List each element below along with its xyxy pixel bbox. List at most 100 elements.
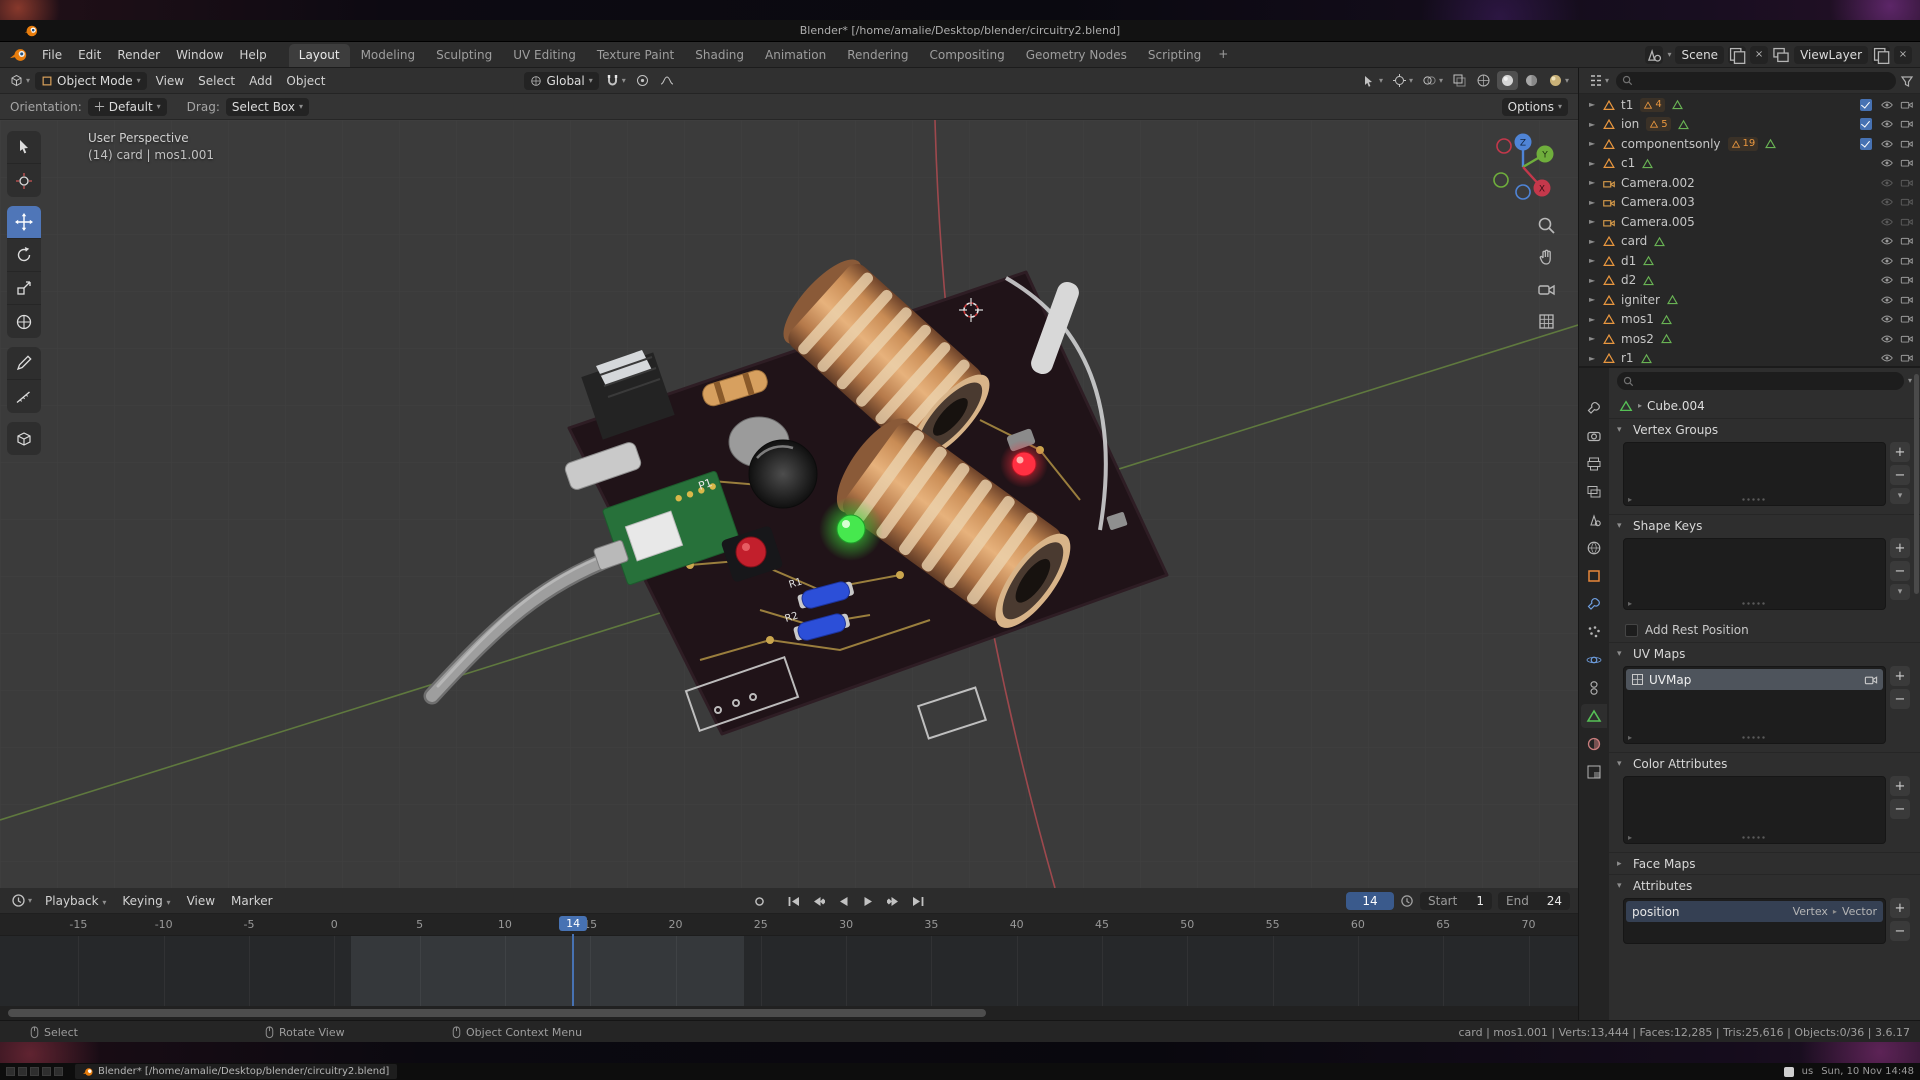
viewport-menu-view[interactable]: View: [149, 71, 191, 91]
add-vertex-group-button[interactable]: +: [1890, 442, 1910, 462]
outliner-row-mos2[interactable]: ►mos2: [1579, 329, 1920, 349]
filter-funnel-icon[interactable]: [1900, 74, 1914, 88]
expand-caret-icon[interactable]: ►: [1589, 295, 1599, 304]
disable-in-renders-icon[interactable]: [1900, 176, 1914, 190]
drag-setting-dropdown[interactable]: Select Box ▾: [226, 98, 309, 116]
properties-filter-caret[interactable]: ▾: [1908, 377, 1912, 385]
selectable-checkbox[interactable]: [1860, 118, 1872, 130]
face-maps-panel-header[interactable]: ▸ Face Maps: [1609, 852, 1920, 874]
disable-in-renders-icon[interactable]: [1900, 293, 1914, 307]
hide-in-viewport-icon[interactable]: [1880, 137, 1894, 151]
menu-edit[interactable]: Edit: [70, 45, 109, 65]
properties-tab-constraints[interactable]: [1581, 676, 1607, 700]
end-frame-field[interactable]: End 24: [1498, 892, 1570, 910]
toggle-ortho-icon[interactable]: [1537, 312, 1556, 331]
outliner-row-camera-005[interactable]: ►Camera.005: [1579, 212, 1920, 232]
attributes-panel-header[interactable]: ▾ Attributes: [1609, 874, 1920, 896]
properties-tab-object-data[interactable]: [1581, 704, 1607, 728]
shading-solid-button[interactable]: [1497, 71, 1518, 90]
vertex-groups-panel-header[interactable]: ▾ Vertex Groups: [1609, 418, 1920, 440]
render-camera-icon[interactable]: [1864, 673, 1878, 687]
outliner-row-card[interactable]: ►card: [1579, 232, 1920, 252]
hide-in-viewport-icon[interactable]: [1880, 351, 1894, 365]
attributes-listbox[interactable]: position Vertex ▸ Vector: [1623, 898, 1886, 944]
menu-render[interactable]: Render: [109, 45, 168, 65]
properties-tab-material[interactable]: [1581, 732, 1607, 756]
disable-in-renders-icon[interactable]: [1900, 351, 1914, 365]
menu-file[interactable]: File: [34, 45, 70, 65]
expand-caret-icon[interactable]: ►: [1589, 334, 1599, 343]
zoom-icon[interactable]: [1537, 216, 1556, 235]
ruler-tick[interactable]: 0: [331, 918, 338, 931]
ruler-tick[interactable]: 50: [1180, 918, 1194, 931]
gizmo-x-neg[interactable]: [1497, 139, 1511, 153]
outliner-row-mos1[interactable]: ►mos1: [1579, 310, 1920, 330]
outliner-row-ion[interactable]: ►ion5: [1579, 115, 1920, 135]
keyboard-layout-indicator[interactable]: us: [1802, 1066, 1814, 1077]
orientation-setting-dropdown[interactable]: Default ▾: [88, 98, 167, 116]
browse-scene-button[interactable]: [1645, 46, 1663, 64]
vertex-group-specials-button[interactable]: ▾: [1890, 488, 1910, 504]
disable-in-renders-icon[interactable]: [1900, 98, 1914, 112]
shading-wireframe-button[interactable]: [1473, 71, 1494, 90]
outliner-row-camera-002[interactable]: ►Camera.002: [1579, 173, 1920, 193]
color-attributes-panel-header[interactable]: ▾ Color Attributes: [1609, 752, 1920, 774]
workspace-tab-sculpting[interactable]: Sculpting: [426, 44, 502, 67]
workspace-tab-rendering[interactable]: Rendering: [837, 44, 918, 67]
workspace-tab-animation[interactable]: Animation: [755, 44, 836, 67]
shape-keys-listbox[interactable]: ▸: [1623, 538, 1886, 610]
green-led[interactable]: [819, 497, 883, 561]
editor-type-button[interactable]: ▾: [6, 71, 33, 90]
hide-in-viewport-icon[interactable]: [1880, 156, 1894, 170]
outliner-row-igniter[interactable]: ►igniter: [1579, 290, 1920, 310]
hide-in-viewport-icon[interactable]: [1880, 273, 1894, 287]
ruler-tick[interactable]: 40: [1010, 918, 1024, 931]
playhead[interactable]: [572, 934, 574, 1006]
hide-in-viewport-icon[interactable]: [1880, 98, 1894, 112]
add-uv-map-button[interactable]: +: [1890, 666, 1910, 686]
hide-in-viewport-icon[interactable]: [1880, 117, 1894, 131]
resize-grip[interactable]: [1741, 497, 1767, 503]
navigation-gizmo[interactable]: Z Y X: [1484, 128, 1562, 206]
remove-vertex-group-button[interactable]: −: [1890, 465, 1910, 485]
expand-caret-icon[interactable]: ►: [1589, 159, 1599, 168]
expand-caret-icon[interactable]: ►: [1589, 256, 1599, 265]
properties-tab-tool[interactable]: [1581, 396, 1607, 420]
tool-move[interactable]: [7, 206, 41, 239]
expand-caret-icon[interactable]: ►: [1589, 139, 1599, 148]
ruler-tick[interactable]: 20: [669, 918, 683, 931]
selectable-checkbox[interactable]: [1860, 138, 1872, 150]
ruler-tick[interactable]: -15: [69, 918, 87, 931]
scene-name-field[interactable]: Scene: [1675, 46, 1724, 64]
disable-in-renders-icon[interactable]: [1900, 195, 1914, 209]
remove-color-attribute-button[interactable]: −: [1890, 799, 1910, 819]
remove-shape-key-button[interactable]: −: [1890, 561, 1910, 581]
shape-keys-panel-header[interactable]: ▾ Shape Keys: [1609, 514, 1920, 536]
expand-caret-icon[interactable]: ►: [1589, 178, 1599, 187]
properties-tab-output[interactable]: [1581, 452, 1607, 476]
jump-to-start-button[interactable]: [782, 892, 804, 910]
properties-tab-world[interactable]: [1581, 536, 1607, 560]
workspace-pager[interactable]: [6, 1067, 63, 1076]
play-button[interactable]: [857, 892, 879, 910]
uv-maps-listbox[interactable]: UVMap ▸: [1623, 666, 1886, 744]
outliner-editor-type-button[interactable]: ▾: [1585, 71, 1612, 90]
expand-caret-icon[interactable]: ►: [1589, 354, 1599, 363]
new-scene-button[interactable]: [1728, 46, 1746, 64]
start-frame-field[interactable]: Start 1: [1420, 892, 1492, 910]
ruler-tick[interactable]: 5: [416, 918, 423, 931]
breadcrumb-object-name[interactable]: Cube.004: [1647, 399, 1705, 413]
workspace-tab-scripting[interactable]: Scripting: [1138, 44, 1211, 67]
viewport-menu-object[interactable]: Object: [279, 71, 332, 91]
tool-scale[interactable]: [7, 272, 41, 305]
timeline-menu-marker[interactable]: Marker: [223, 891, 280, 911]
jump-prev-keyframe-button[interactable]: [807, 892, 829, 910]
hide-in-viewport-icon[interactable]: [1880, 176, 1894, 190]
timeline-scrollbar[interactable]: [0, 1006, 1578, 1020]
workspace-tab-texture-paint[interactable]: Texture Paint: [587, 44, 684, 67]
overlays-dropdown[interactable]: ▾: [1419, 71, 1446, 90]
disable-in-renders-icon[interactable]: [1900, 312, 1914, 326]
ruler-tick[interactable]: -5: [244, 918, 255, 931]
hide-in-viewport-icon[interactable]: [1880, 312, 1894, 326]
expand-caret-icon[interactable]: ►: [1589, 315, 1599, 324]
